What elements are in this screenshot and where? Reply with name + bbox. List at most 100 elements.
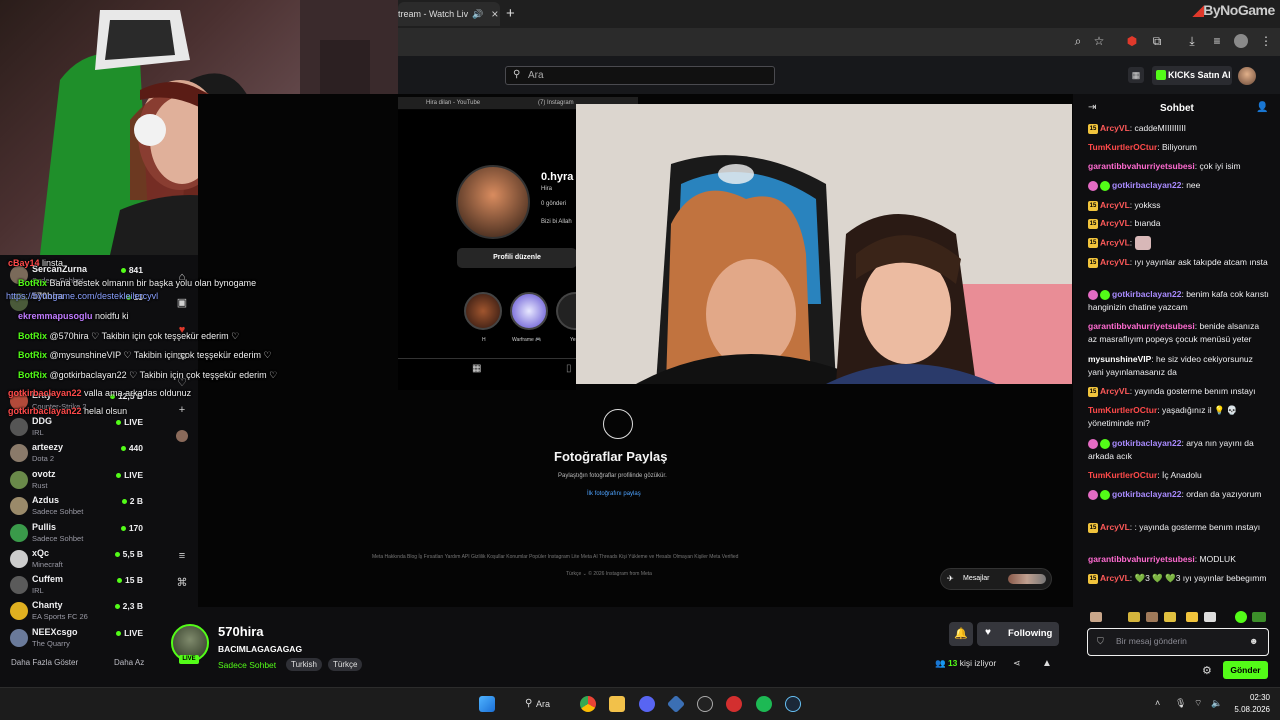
sidebar-channel-azdus[interactable]: Azdus Sadece Sohbet 2 B xyxy=(0,493,165,519)
close-tab-icon[interactable]: × xyxy=(491,7,498,21)
overlay-chat-line: BotRix Bana destek olmanın bir başka yol… xyxy=(18,278,256,288)
chat-username[interactable]: gotkirbaclayan22 xyxy=(1112,289,1181,299)
wifi-icon[interactable]: ⌔ xyxy=(1194,698,1202,709)
channel-live-status: LIVE xyxy=(116,417,143,427)
new-tab-icon[interactable]: + xyxy=(506,5,515,22)
show-more-link[interactable]: Daha Fazla Göster xyxy=(11,658,78,667)
collapse-chat-icon[interactable]: ⇥ xyxy=(1088,102,1096,113)
months-badge-icon: 15 xyxy=(1088,386,1098,397)
browser-tab[interactable]: tream - Watch Liv 🔊 × xyxy=(398,2,500,26)
gift-badge-icon xyxy=(1100,180,1110,191)
spotify-icon[interactable] xyxy=(756,696,772,712)
chat-username[interactable]: garantibbvahurriyetsubesi xyxy=(1088,321,1195,331)
chat-username[interactable]: ArcyVL xyxy=(1100,386,1130,396)
chat-username[interactable]: garantibbvahurriyetsubesi xyxy=(1088,554,1195,564)
bookmark-star-icon[interactable]: ☆ xyxy=(1092,34,1106,48)
overlay-chat-text: linsta xyxy=(42,258,64,268)
chat-username[interactable]: ArcyVL xyxy=(1100,573,1130,583)
chat-username[interactable]: TumKurtlerOCtur xyxy=(1088,470,1157,480)
chat-text: caddeMIIIIIIIII xyxy=(1134,123,1187,133)
reels-icon[interactable]: ▣ xyxy=(176,297,188,309)
download-icon[interactable]: ⤓ xyxy=(1185,34,1199,48)
chat-username[interactable]: gotkirbaclayan22 xyxy=(1112,180,1181,190)
instagram-footer: Meta Hakkında Blog İş Fırsatları Yardım … xyxy=(372,554,739,560)
profile-avatar[interactable] xyxy=(1234,34,1248,48)
show-less-link[interactable]: Daha Az xyxy=(114,658,144,667)
hamburger-icon[interactable]: ≡ xyxy=(176,550,188,562)
user-avatar[interactable] xyxy=(1238,67,1256,85)
clock-time[interactable]: 02:30 xyxy=(1232,693,1270,702)
sidebar-channel-neexcsgo[interactable]: NEEXcsgo The Quarry LIVE xyxy=(0,625,165,651)
media-icon[interactable]: ≡ xyxy=(1210,34,1224,48)
emoji-icon[interactable]: ☻ xyxy=(1249,636,1258,646)
sidebar-channel-pullis[interactable]: Pullis Sadece Sohbet 170 xyxy=(0,520,165,546)
clock-date[interactable]: 5.08.2026 xyxy=(1222,705,1270,714)
chat-username[interactable]: gotkirbaclayan22 xyxy=(1112,438,1181,448)
chat-username[interactable]: gotkirbaclayan22 xyxy=(1112,489,1181,499)
gear-icon[interactable]: ⚙ xyxy=(1202,664,1212,677)
sidebar-channel-ovotz[interactable]: ovotz Rust LIVE xyxy=(0,467,165,493)
camera-icon xyxy=(603,409,633,439)
chat-text: nee xyxy=(1186,180,1201,190)
chat-username[interactable]: ArcyVL xyxy=(1100,200,1130,210)
chat-text: çok iyi isim xyxy=(1199,161,1241,171)
app-red-icon[interactable] xyxy=(726,696,742,712)
sidebar-channel-ddg[interactable]: DDG IRL LIVE xyxy=(0,414,165,440)
chat-username[interactable]: mysunshineVIP xyxy=(1088,354,1151,364)
chat-text: ordan da yazıyorum xyxy=(1186,489,1262,499)
category-link[interactable]: Sadece Sohbet xyxy=(218,660,276,670)
meta-icon[interactable]: ⌘ xyxy=(176,577,188,589)
chat-username[interactable]: TumKurtlerOCtur xyxy=(1088,405,1157,415)
sidebar-channel-cuffem[interactable]: Cuffem IRL 15 B xyxy=(0,572,165,598)
mic-icon[interactable]: 🎙 xyxy=(1175,698,1186,709)
puzzle-icon[interactable]: ⧉ xyxy=(1150,34,1164,48)
chat-username[interactable]: ArcyVL xyxy=(1100,123,1130,133)
send-button[interactable]: Gönder xyxy=(1223,661,1268,679)
profile-divider xyxy=(398,358,576,359)
grid-icon[interactable]: ▦ xyxy=(1128,67,1144,83)
instagram-post-count: 0 gönderi xyxy=(541,201,567,207)
windows-start-icon[interactable] xyxy=(479,696,495,712)
discord-icon[interactable] xyxy=(639,696,655,712)
tag-turkce[interactable]: Türkçe xyxy=(328,658,363,671)
overlay-chat-user: BotRix xyxy=(18,278,50,288)
sidebar-channel-arteezy[interactable]: arteezy Dota 2 440 xyxy=(0,440,165,466)
steam-icon[interactable] xyxy=(785,696,801,712)
chat-username[interactable]: garantibbvahurriyetsubesi xyxy=(1088,161,1195,171)
search-input[interactable]: Ara xyxy=(505,66,775,85)
sidebar-channel-chanty[interactable]: Chanty EA Sports FC 26 2,3 B xyxy=(0,598,165,624)
profile-icon[interactable] xyxy=(176,430,188,442)
taskbar-search[interactable]: Ara xyxy=(517,695,567,713)
audio-icon[interactable]: 🔊 xyxy=(472,9,483,20)
brand-watermark: ◢ByNoGame xyxy=(1193,2,1275,18)
report-icon[interactable]: ▲ xyxy=(1042,658,1052,669)
tag-turkish[interactable]: Turkish xyxy=(286,658,322,671)
channel-viewer-count: 15 B xyxy=(117,575,143,585)
file-explorer-icon[interactable] xyxy=(609,696,625,712)
obs-icon[interactable] xyxy=(697,696,713,712)
chat-username[interactable]: ArcyVL xyxy=(1100,522,1130,532)
streamer-name[interactable]: 570hira xyxy=(218,624,264,639)
kicks-icon xyxy=(1156,70,1166,80)
overlay-chat-line: gotkirbaclayan22 helal olsun xyxy=(8,406,127,416)
chat-message-input[interactable]: Bir mesaj gönderin xyxy=(1087,628,1269,656)
volume-icon[interactable]: 🔈 xyxy=(1211,698,1222,709)
emote[interactable] xyxy=(1090,612,1102,622)
chat-username[interactable]: ArcyVL xyxy=(1100,218,1130,228)
menu-icon[interactable]: ⋮ xyxy=(1259,34,1273,48)
chat-users-icon[interactable]: 👤 xyxy=(1256,102,1268,113)
extension-icon[interactable]: ⬢ xyxy=(1125,34,1139,48)
chrome-icon[interactable] xyxy=(580,696,596,712)
instagram-language: Türkçe ⌄ © 2026 Instagram from Meta xyxy=(566,571,652,577)
edit-profile-button: Profili düzenle xyxy=(457,248,577,268)
chat-username[interactable]: ArcyVL xyxy=(1100,237,1130,247)
share-icon[interactable]: ⋖ xyxy=(1013,658,1021,669)
viewer-count: 👥 13 kişi izliyor xyxy=(935,658,997,668)
create-icon[interactable]: + xyxy=(176,404,188,416)
chat-username[interactable]: ArcyVL xyxy=(1100,257,1130,267)
zoom-icon[interactable]: ⌕ xyxy=(1071,34,1085,48)
tray-arrow-icon[interactable]: ˄ xyxy=(1155,698,1160,708)
chat-username[interactable]: TumKurtlerOCtur xyxy=(1088,142,1157,152)
notification-bell-button[interactable]: 🔔 xyxy=(949,622,973,646)
sidebar-channel-xqc[interactable]: xQc Minecraft 5,5 B xyxy=(0,546,165,572)
